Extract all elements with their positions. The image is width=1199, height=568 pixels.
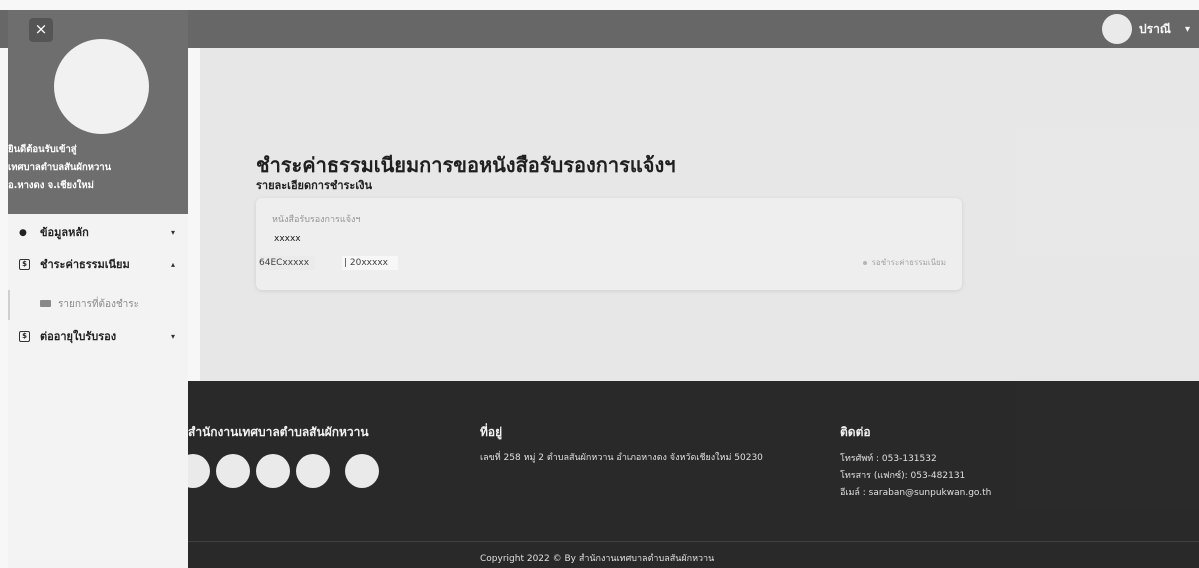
sidebar-item-renew[interactable]: $ ต่ออายุใบรับรอง ▾ xyxy=(8,322,188,352)
sidebar-item-label: ชำระค่าธรรมเนียม xyxy=(40,258,130,271)
welcome-line-1: ยินดีต้อนรับเข้าสู่ xyxy=(8,144,77,155)
welcome-line-3: อ.หางดง จ.เชียงใหม่ xyxy=(8,180,94,191)
payment-icon: $ xyxy=(19,259,30,270)
chevron-up-icon: ▴ xyxy=(171,260,176,269)
welcome-line-2: เทศบาลตำบลสันผักหวาน xyxy=(8,162,112,173)
bill-icon xyxy=(40,300,51,307)
chevron-down-icon: ▾ xyxy=(171,332,176,341)
profile-avatar xyxy=(54,39,149,134)
close-icon[interactable]: × xyxy=(29,18,53,42)
welcome-text: ยินดีต้อนรับเข้าสู่ เทศบาลตำบลสันผักหวาน… xyxy=(8,141,188,195)
sidebar-item-master-data[interactable]: ● ข้อมูลหลัก ▾ xyxy=(8,218,188,248)
sidebar-item-label: ข้อมูลหลัก xyxy=(40,226,89,239)
sidebar-drawer: × ยินดีต้อนรับเข้าสู่ เทศบาลตำบลสันผักหว… xyxy=(8,10,188,568)
sidebar-subitem-label: รายการที่ต้องชำระ xyxy=(58,299,140,310)
active-indicator xyxy=(8,290,10,320)
sidebar-item-payment[interactable]: $ ชำระค่าธรรมเนียม ▴ xyxy=(8,250,188,280)
sidebar-subitem-pending[interactable]: รายการที่ต้องชำระ xyxy=(8,290,188,320)
chevron-down-icon: ▾ xyxy=(171,228,176,237)
app-window: ปราณี ▾ ชำระค่าธรรมเนียมการขอหนังสือรับร… xyxy=(0,0,1199,568)
sidebar-item-label: ต่ออายุใบรับรอง xyxy=(40,330,117,343)
renew-icon: $ xyxy=(19,331,30,342)
database-icon: ● xyxy=(19,228,27,238)
